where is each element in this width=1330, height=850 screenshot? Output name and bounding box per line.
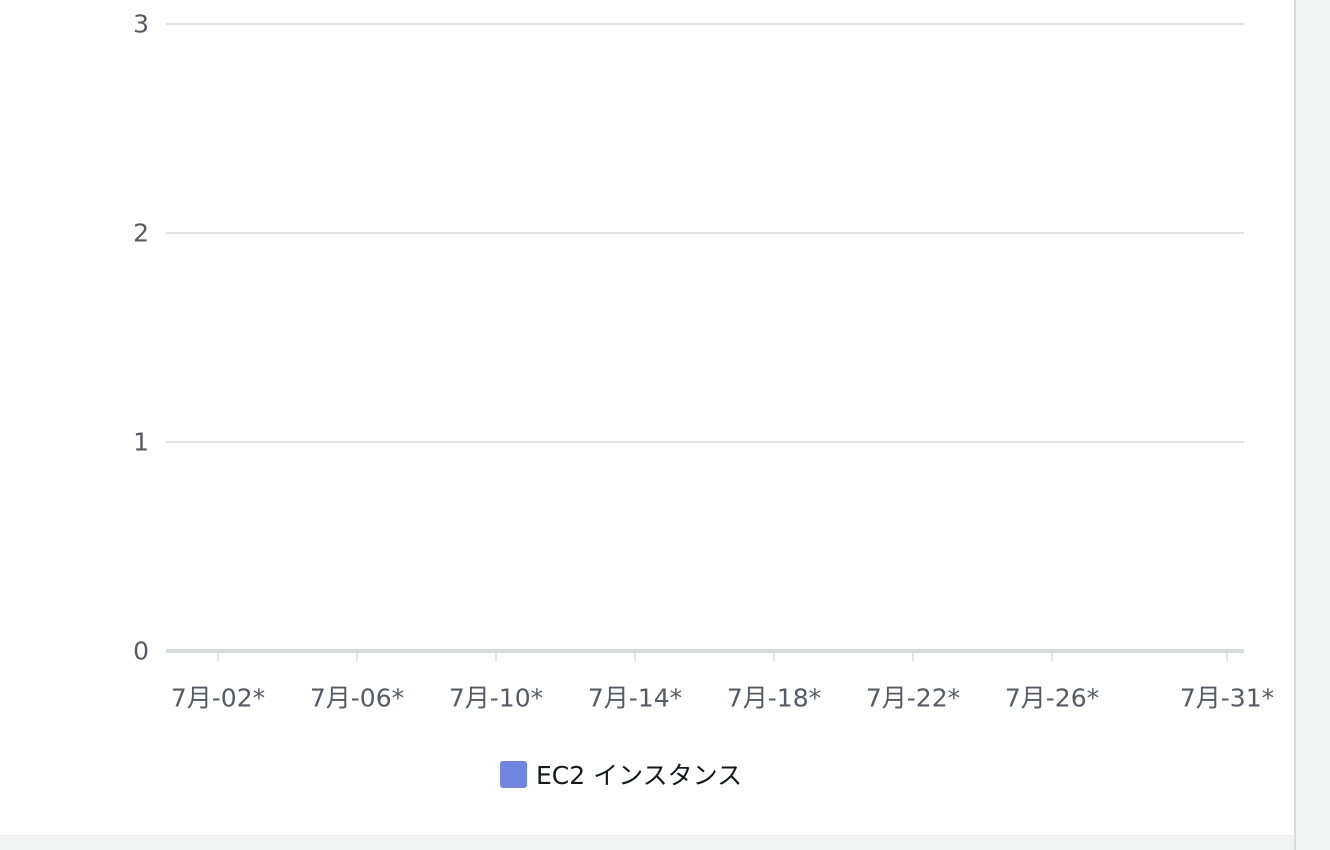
y-tick-label: 1	[133, 428, 149, 457]
x-tick-label: 7月-10*	[449, 684, 543, 713]
page-background	[0, 836, 1294, 850]
x-axis-ticks: 7月-02* 7月-06* 7月-10* 7月-14* 7月-18* 7月-22* 7月-2…	[171, 651, 1274, 713]
chart-legend[interactable]: EC2 インスタンス	[500, 758, 742, 790]
x-tick-label: 7月-26*	[1005, 684, 1099, 713]
chart-page: 0 1 2 3 7月-02* 7月-06* 7月-10* 7月-14* 7月-18* 7月-22…	[0, 0, 1330, 850]
gridlines	[166, 23, 1244, 443]
bar-chart: 0 1 2 3 7月-02* 7月-06* 7月-10* 7月-14* 7月-18* 7月-22…	[133, 10, 1274, 713]
legend-swatch	[500, 760, 527, 788]
x-tick-label: 7月-22*	[866, 684, 960, 713]
x-tick-label: 7月-02*	[171, 684, 265, 713]
y-tick-label: 2	[133, 219, 149, 248]
y-axis-ticks: 0 1 2 3	[133, 10, 149, 666]
x-tick-label: 7月-14*	[588, 684, 682, 713]
chart-panel: 0 1 2 3 7月-02* 7月-06* 7月-10* 7月-14* 7月-18* 7月-22…	[0, 0, 1294, 836]
x-tick-label: 7月-31*	[1180, 684, 1274, 713]
x-tick-label: 7月-18*	[727, 684, 821, 713]
y-tick-label: 0	[133, 637, 149, 666]
x-tick-label: 7月-06*	[310, 684, 404, 713]
legend-label: EC2 インスタンス	[536, 761, 743, 790]
scrollbar-track[interactable]	[1294, 0, 1330, 850]
y-tick-label: 3	[133, 10, 149, 39]
